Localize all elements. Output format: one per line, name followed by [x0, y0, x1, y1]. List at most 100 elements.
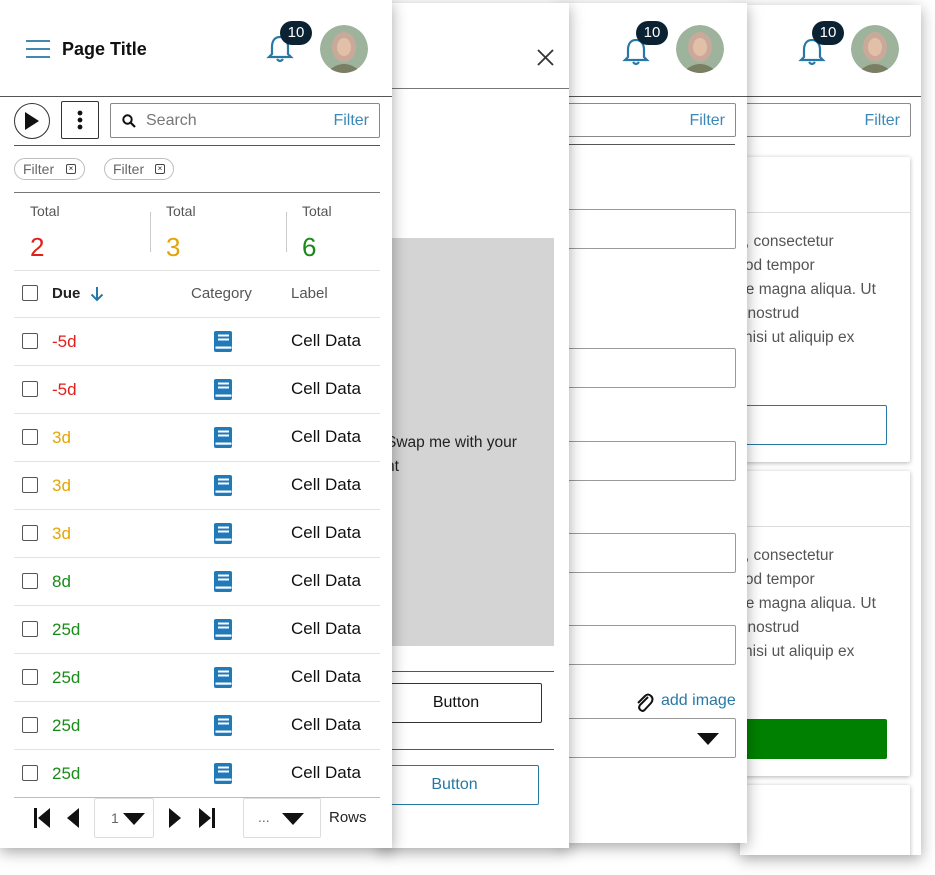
more-options-button[interactable] — [61, 101, 99, 139]
cell-label: Cell Data — [291, 571, 361, 590]
due-value: 25d — [52, 620, 81, 639]
due-value: 3d — [52, 524, 71, 543]
row-checkbox[interactable] — [22, 765, 38, 781]
pagination-divider — [14, 797, 380, 798]
notification-badge: 10 — [636, 21, 668, 45]
remove-chip-icon[interactable]: × — [155, 164, 165, 174]
hamburger-menu-icon[interactable] — [26, 40, 50, 58]
row-checkbox[interactable] — [22, 717, 38, 733]
cell-label: Cell Data — [291, 427, 361, 446]
card-text-line: s nisi ut aliquip ex — [740, 643, 855, 660]
select-all-checkbox[interactable] — [22, 285, 38, 301]
card-text-line: mod tempor — [740, 257, 815, 274]
book-icon — [214, 379, 232, 400]
modal-header-divider — [380, 88, 569, 89]
cell-label: Cell Data — [291, 475, 361, 494]
table-row[interactable]: 3d Cell Data — [14, 414, 380, 462]
book-icon — [214, 523, 232, 544]
filter-link[interactable]: Filter — [689, 112, 725, 130]
row-checkbox[interactable] — [22, 381, 38, 397]
text-field[interactable] — [560, 625, 736, 665]
background-screen-cards: 10 Filter et, consectetur mod tempor ore… — [740, 5, 921, 855]
primary-button[interactable]: Button — [380, 683, 542, 723]
search-filter-bar[interactable]: Filter — [740, 103, 911, 137]
remove-chip-icon[interactable]: × — [66, 164, 76, 174]
next-page-icon[interactable] — [169, 808, 181, 828]
header-underline — [560, 96, 747, 97]
text-field[interactable] — [560, 441, 736, 481]
table-row[interactable]: 25d Cell Data — [14, 750, 380, 798]
first-page-icon[interactable] — [34, 808, 50, 828]
table-row[interactable]: 25d Cell Data — [14, 654, 380, 702]
text-field[interactable] — [560, 348, 736, 388]
add-image-link[interactable]: add image — [661, 692, 736, 710]
due-value: 8d — [52, 572, 71, 591]
play-button[interactable] — [14, 103, 50, 139]
paperclip-icon[interactable] — [634, 692, 654, 714]
due-value: 3d — [52, 476, 71, 495]
card-primary-button[interactable] — [740, 719, 887, 759]
row-checkbox[interactable] — [22, 669, 38, 685]
search-icon — [122, 114, 136, 128]
book-icon — [214, 571, 232, 592]
page-select[interactable]: 1 — [94, 798, 154, 838]
card-text-line: et, consectetur — [740, 233, 834, 250]
select-dropdown[interactable] — [560, 718, 736, 758]
row-checkbox[interactable] — [22, 573, 38, 589]
table-row[interactable]: 3d Cell Data — [14, 510, 380, 558]
card-outline-button[interactable]: t — [740, 405, 887, 445]
table-row[interactable]: -5d Cell Data — [14, 318, 380, 366]
card-text-line: ore magna aliqua. Ut — [740, 595, 876, 612]
text-field[interactable] — [560, 533, 736, 573]
avatar[interactable] — [851, 25, 899, 73]
cell-label: Cell Data — [291, 331, 361, 350]
column-header-category[interactable]: Category — [191, 285, 252, 302]
last-page-icon[interactable] — [199, 808, 215, 828]
card-text-line: ore magna aliqua. Ut — [740, 281, 876, 298]
rows-per-page-select[interactable]: ... — [243, 798, 321, 838]
column-header-due[interactable]: Due — [52, 285, 80, 302]
avatar[interactable] — [676, 25, 724, 73]
card-text-line: s nisi ut aliquip ex — [740, 329, 855, 346]
notification-badge: 10 — [280, 21, 312, 45]
filter-chip[interactable]: Filter × — [104, 158, 174, 180]
row-checkbox[interactable] — [22, 429, 38, 445]
filter-link[interactable]: Filter — [333, 112, 369, 130]
book-icon — [214, 475, 232, 496]
kpi-label: Total — [30, 203, 60, 219]
table-row[interactable]: 25d Cell Data — [14, 606, 380, 654]
header-underline — [740, 96, 921, 97]
sort-descending-icon[interactable] — [90, 286, 104, 302]
background-screen-form: 10 Filter add image — [560, 3, 747, 843]
text-field[interactable] — [560, 209, 736, 249]
page-number: 1 — [111, 810, 119, 826]
avatar[interactable] — [320, 25, 368, 73]
close-icon[interactable] — [537, 49, 554, 66]
row-checkbox[interactable] — [22, 621, 38, 637]
row-checkbox[interactable] — [22, 525, 38, 541]
rows-per-page-value: ... — [258, 809, 270, 825]
row-checkbox[interactable] — [22, 477, 38, 493]
cell-label: Cell Data — [291, 763, 361, 782]
main-screen-table: Page Title 10 Search Filter Filter × Fil… — [0, 0, 392, 848]
kpi-value-overdue: 2 — [30, 232, 45, 262]
header-underline — [0, 96, 392, 97]
chips-divider — [14, 192, 380, 193]
table-row[interactable]: 3d Cell Data — [14, 462, 380, 510]
cell-label: Cell Data — [291, 667, 361, 686]
table-row[interactable]: 25d Cell Data — [14, 702, 380, 750]
card-divider — [740, 526, 910, 527]
search-input[interactable]: Search Filter — [110, 103, 380, 138]
filter-chip-label: Filter — [113, 161, 145, 177]
table-row[interactable]: -5d Cell Data — [14, 366, 380, 414]
table-row[interactable]: 8d Cell Data — [14, 558, 380, 606]
filter-link[interactable]: Filter — [864, 112, 900, 130]
kpi-divider — [150, 212, 151, 252]
secondary-button[interactable]: Button — [380, 765, 539, 805]
column-header-label[interactable]: Label — [291, 285, 328, 302]
search-filter-bar[interactable]: Filter — [560, 103, 736, 137]
row-checkbox[interactable] — [22, 333, 38, 349]
filter-chip[interactable]: Filter × — [14, 158, 85, 180]
caret-down-icon — [282, 813, 304, 825]
previous-page-icon[interactable] — [67, 808, 79, 828]
